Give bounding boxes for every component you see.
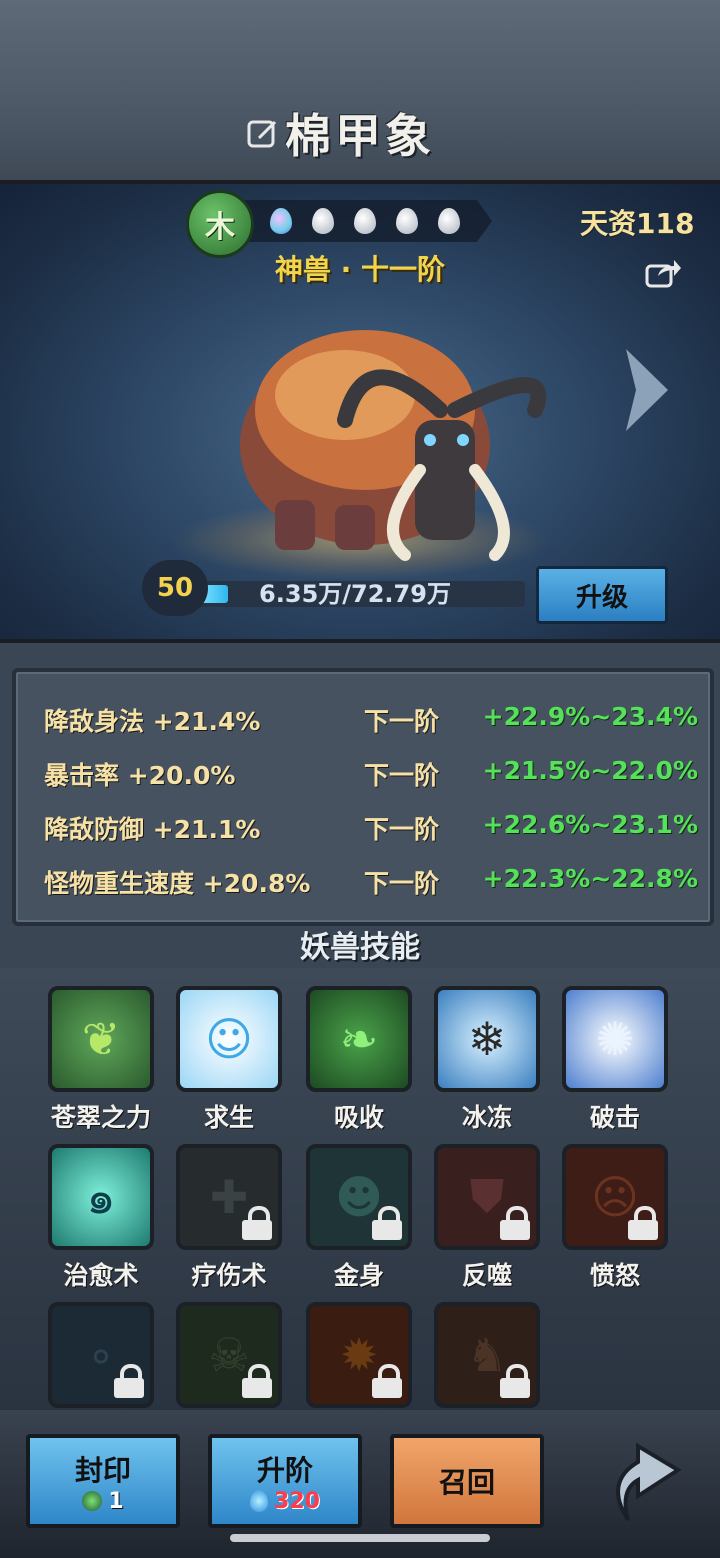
- next-beast-arrow-icon[interactable]: [620, 345, 672, 435]
- lock-icon: [242, 1364, 272, 1398]
- beast-icon: ♞: [434, 1302, 540, 1408]
- shatter-icon: ✺: [562, 986, 668, 1092]
- next-rank-range: +22.9%~23.4%: [482, 702, 698, 731]
- skill-label: 金身: [333, 1261, 384, 1290]
- next-rank-range: +22.6%~23.1%: [482, 810, 698, 839]
- stat-row: 降敌防御 +21.1% 下一阶 +22.6%~23.1%: [44, 810, 704, 850]
- next-rank-label: 下一阶: [364, 869, 440, 898]
- skill-item[interactable]: ☻ 金身: [306, 1144, 412, 1292]
- next-rank-range: +21.5%~22.0%: [482, 756, 698, 785]
- beast-name: 棉甲象: [285, 109, 435, 163]
- skill-item[interactable]: ☹ 愤怒: [562, 1144, 668, 1292]
- share-icon[interactable]: [644, 256, 682, 290]
- seal-cost: 1: [82, 1488, 124, 1514]
- stat-row: 暴击率 +20.0% 下一阶 +21.5%~22.0%: [44, 756, 704, 796]
- home-indicator[interactable]: [230, 1534, 490, 1542]
- seal-button[interactable]: 封印 1: [26, 1434, 180, 1528]
- bubble-icon: ∘: [48, 1302, 154, 1408]
- skill-item[interactable]: ⛊ 反噬: [434, 1144, 540, 1292]
- drop-icon: [270, 208, 292, 234]
- beast-rank: 神兽 · 十一阶: [274, 253, 446, 286]
- stat-row: 怪物重生速度 +20.8% 下一阶 +22.3%~22.8%: [44, 864, 704, 904]
- skill-label: 苍翠之力: [50, 1103, 151, 1132]
- spirit-icon: ☺: [176, 986, 282, 1092]
- seal-orb-icon: [82, 1491, 103, 1511]
- skill-item[interactable]: ❧ 吸收: [306, 986, 412, 1134]
- spirit-drop-icon: [250, 1490, 269, 1512]
- lock-icon: [372, 1364, 402, 1398]
- recall-button[interactable]: 召回: [390, 1434, 544, 1528]
- skill-label: 破击: [589, 1103, 640, 1132]
- exp-text: 6.35万/72.79万: [259, 580, 451, 608]
- leaf-absorb-icon: ❧: [306, 986, 412, 1092]
- stat-row: 降敌身法 +21.4% 下一阶 +22.9%~23.4%: [44, 702, 704, 742]
- skill-item[interactable]: ∘: [48, 1302, 154, 1408]
- drop-icon: [312, 208, 334, 234]
- next-rank-label: 下一阶: [364, 707, 440, 736]
- stat-name: 怪物重生速度 +20.8%: [44, 869, 311, 898]
- upgrade-button[interactable]: 升级: [536, 566, 668, 624]
- skill-label: 冰冻: [461, 1103, 512, 1132]
- lock-icon: [500, 1206, 530, 1240]
- skill-item[interactable]: ☺ 求生: [176, 986, 282, 1134]
- skill-item[interactable]: ☠: [176, 1302, 282, 1408]
- level-badge: 50: [142, 560, 208, 616]
- seal-label: 封印: [74, 1453, 131, 1487]
- skill-label: 反噬: [461, 1261, 512, 1290]
- golden-body-icon: ☻: [306, 1144, 412, 1250]
- stat-name: 降敌防御 +21.1%: [44, 815, 261, 844]
- talent-value: 天资118: [580, 207, 695, 240]
- skill-label: 愤怒: [589, 1261, 640, 1290]
- lock-icon: [242, 1206, 272, 1240]
- next-rank-range: +22.3%~22.8%: [482, 864, 698, 893]
- rage-icon: ☹: [562, 1144, 668, 1250]
- skill-label: 吸收: [333, 1103, 384, 1132]
- stat-name: 暴击率 +20.0%: [44, 761, 236, 790]
- skill-item[interactable]: ✺ 破击: [562, 986, 668, 1134]
- drop-icon: [396, 208, 418, 234]
- lock-icon: [628, 1206, 658, 1240]
- drop-icon: [438, 208, 460, 234]
- seal-count: 1: [108, 1488, 124, 1514]
- skill-item[interactable]: ❦ 苍翠之力: [48, 986, 154, 1134]
- ascend-label: 升阶: [256, 1453, 313, 1487]
- drop-icon: [354, 208, 376, 234]
- skill-label: 疗伤术: [191, 1261, 267, 1290]
- skill-item[interactable]: ✹: [306, 1302, 412, 1408]
- vine-icon: ❦: [48, 986, 154, 1092]
- skill-item[interactable]: ♞: [434, 1302, 540, 1408]
- lock-icon: [114, 1364, 144, 1398]
- recall-label: 召回: [438, 1466, 495, 1499]
- next-rank-label: 下一阶: [364, 761, 440, 790]
- fire-icon: ✹: [306, 1302, 412, 1408]
- mammoth-beast-image: [240, 330, 547, 561]
- lock-icon: [372, 1206, 402, 1240]
- stats-panel: 降敌身法 +21.4% 下一阶 +22.9%~23.4% 暴击率 +20.0% …: [12, 668, 714, 926]
- skill-item[interactable]: ❄ 冰冻: [434, 986, 540, 1134]
- skull-icon: ☠: [176, 1302, 282, 1408]
- next-rank-label: 下一阶: [364, 815, 440, 844]
- ascend-button[interactable]: 升阶 320: [208, 1434, 362, 1528]
- lock-icon: [500, 1364, 530, 1398]
- cross-icon: ✚: [176, 1144, 282, 1250]
- return-arrow-icon[interactable]: [598, 1432, 684, 1524]
- ice-icon: ❄: [434, 986, 540, 1092]
- shield-icon: ⛊: [434, 1144, 540, 1250]
- skill-label: 治愈术: [63, 1261, 139, 1290]
- skill-item[interactable]: ✚ 疗伤术: [176, 1144, 282, 1292]
- ascend-cost: 320: [250, 1489, 320, 1514]
- ascend-count: 320: [274, 1488, 320, 1514]
- skill-item[interactable]: ๑ 治愈术: [48, 1144, 154, 1292]
- star-drops-bar: [240, 200, 492, 242]
- heal-drop-icon: ๑: [48, 1144, 154, 1250]
- skills-title: 妖兽技能: [300, 930, 420, 965]
- skill-label: 求生: [203, 1103, 254, 1132]
- stat-name: 降敌身法 +21.4%: [44, 707, 261, 736]
